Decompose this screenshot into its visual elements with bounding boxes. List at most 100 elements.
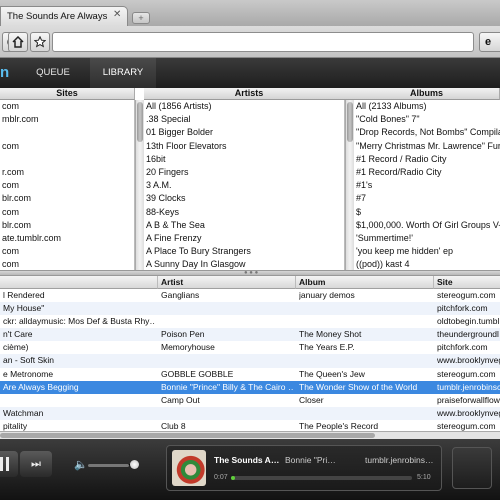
progress-bar[interactable]	[231, 476, 412, 480]
table-row[interactable]: e Metronome GOBBLE GOBBLE The Queen's Jew s…	[0, 368, 500, 381]
artists-list[interactable]: All (1856 Artists) .38 Special 01 Bigger B…	[144, 100, 345, 270]
albums-list[interactable]: All (2133 Albums) "Cold Bones" 7" "Drop Re…	[354, 100, 500, 270]
album-list-item[interactable]: #7	[354, 192, 500, 205]
table-row[interactable]: My House" pitchfork.com	[0, 302, 500, 316]
album-list-item[interactable]: "Cold Bones" 7"	[354, 113, 500, 126]
new-tab-button[interactable]: +	[132, 12, 150, 24]
address-bar[interactable]	[52, 32, 474, 52]
table-row[interactable]: Watchman www.brooklynveg	[0, 406, 500, 420]
artist-list-item[interactable]: A Sunny Day In Glasgow	[144, 258, 344, 270]
track-site-cell: tumblr.jenrobinsc	[437, 381, 500, 392]
browser-menu-button[interactable]: e	[479, 32, 500, 52]
artist-list-item[interactable]: A B & The Sea	[144, 219, 344, 232]
site-list-item[interactable]: com	[0, 140, 134, 153]
volume-slider-handle[interactable]	[130, 460, 139, 469]
album-list-item[interactable]: $	[354, 206, 500, 219]
artist-list-item[interactable]: A Fine Frenzy	[144, 232, 344, 245]
artist-column-header[interactable]: Artist	[158, 276, 296, 289]
artist-list-item[interactable]: 13th Floor Elevators	[144, 140, 344, 153]
site-column-header[interactable]: Site	[434, 276, 500, 289]
artists-scrollbar[interactable]	[345, 100, 354, 270]
track-title-cell: My House"	[3, 303, 45, 314]
track-title-cell: l Rendered	[3, 290, 45, 300]
artist-list-item[interactable]: 01 Bigger Bolder	[144, 126, 344, 139]
app-header: n QUEUE LIBRARY	[0, 58, 500, 88]
site-list-item[interactable]: blr.com	[0, 192, 134, 205]
browser-tab[interactable]: The Sounds Are Always Begg ✕	[0, 6, 128, 26]
home-icon	[12, 35, 24, 48]
track-artist-cell: Memoryhouse	[161, 342, 215, 353]
player-bar: ⏭ 🔈 The Sounds A… Bonnie "Pri… tumblr.je…	[0, 439, 500, 500]
browser-toolbar: e	[0, 26, 500, 58]
track-title-cell: an - Soft Skin	[3, 355, 55, 366]
artists-column-header[interactable]: Artists	[144, 88, 355, 100]
album-list-item[interactable]: "Merry Christmas Mr. Lawrence" Furyo	[354, 140, 500, 153]
album-list-item[interactable]: #1's	[354, 179, 500, 192]
album-column-header[interactable]: Album	[296, 276, 434, 289]
table-row[interactable]: an - Soft Skin www.brooklynveg	[0, 354, 500, 368]
artist-list-item[interactable]: 39 Clocks	[144, 192, 344, 205]
album-list-item[interactable]: All (2133 Albums)	[354, 100, 500, 113]
site-list-item[interactable]: ate.tumblr.com	[0, 232, 134, 245]
bookmark-star-button[interactable]	[30, 32, 50, 52]
site-list-item[interactable]: r.com	[0, 166, 134, 179]
sites-column-header[interactable]: Sites	[0, 88, 135, 100]
volume-icon[interactable]: 🔈	[74, 458, 88, 471]
player-extra-button[interactable]	[452, 447, 492, 489]
volume-slider[interactable]	[88, 464, 136, 467]
site-list-item[interactable]: blr.com	[0, 219, 134, 232]
track-album-cell: january demos	[299, 290, 355, 300]
now-playing-site[interactable]: tumblr.jenrobins…	[365, 455, 434, 465]
album-list-item[interactable]: $1,000,000. Worth Of Girl Groups V-3	[354, 219, 500, 232]
artist-list-item[interactable]: .38 Special	[144, 113, 344, 126]
artist-list-item[interactable]: 3 A.M.	[144, 179, 344, 192]
site-list-item[interactable]	[0, 153, 134, 166]
now-playing-artist: Bonnie "Pri…	[285, 455, 336, 465]
album-list-item[interactable]: #1 Record/Radio City	[354, 166, 500, 179]
artist-list-item[interactable]: All (1856 Artists)	[144, 100, 344, 113]
tab-queue[interactable]: QUEUE	[22, 58, 84, 88]
artist-list-item[interactable]: A Place To Bury Strangers	[144, 245, 344, 258]
album-list-item[interactable]: 'you keep me hidden' ep	[354, 245, 500, 258]
close-tab-icon[interactable]: ✕	[113, 9, 121, 20]
table-row[interactable]: Are Always Begging Bonnie "Prince" Billy …	[0, 380, 500, 394]
track-title-cell: n't Care	[3, 329, 33, 340]
table-row[interactable]: l Rendered Ganglians january demos stereogu…	[0, 289, 500, 302]
table-row[interactable]: ckr: alldaymusic: Mos Def & Busta Rhy… ol…	[0, 315, 500, 328]
scrollbar-thumb[interactable]	[0, 433, 375, 438]
site-list-item[interactable]: com	[0, 179, 134, 192]
album-list-item[interactable]: 'Summertime!'	[354, 232, 500, 245]
tab-library[interactable]: LIBRARY	[90, 58, 156, 88]
site-list-item[interactable]: mblr.com	[0, 113, 134, 126]
site-list-item[interactable]: com	[0, 258, 134, 270]
album-list-item[interactable]: ((pod)) kast 4	[354, 258, 500, 270]
track-album-cell: The Wonder Show of the World	[299, 381, 418, 392]
scrollbar-thumb[interactable]	[137, 102, 143, 142]
pause-button[interactable]	[0, 451, 18, 477]
table-row[interactable]: n't Care Poison Pen The Money Shot theunder…	[0, 328, 500, 342]
artist-list-item[interactable]: 20 Fingers	[144, 166, 344, 179]
site-list-item[interactable]	[0, 126, 134, 139]
next-track-button[interactable]: ⏭	[20, 451, 52, 477]
artist-list-item[interactable]: 88-Keys	[144, 206, 344, 219]
album-list-item[interactable]: "Drop Records, Not Bombs" Compilatio	[354, 126, 500, 139]
site-list-item[interactable]: com	[0, 206, 134, 219]
album-list-item[interactable]: #1 Record / Radio City	[354, 153, 500, 166]
track-list-horizontal-scrollbar[interactable]	[0, 431, 500, 439]
artist-list-item[interactable]: 16bit	[144, 153, 344, 166]
table-row[interactable]: Camp Out Closer praiseforwallflow	[0, 394, 500, 407]
scrollbar-thumb[interactable]	[347, 102, 353, 142]
site-list-item[interactable]: com	[0, 245, 134, 258]
track-site-cell: praiseforwallflow	[437, 394, 500, 405]
sites-scrollbar[interactable]	[135, 100, 144, 270]
pause-icon	[0, 457, 3, 471]
track-title-cell: Are Always Begging	[3, 381, 79, 392]
table-row[interactable]: cième) Memoryhouse The Years E.P. pitchfork…	[0, 341, 500, 354]
track-album-cell: The Queen's Jew	[299, 368, 365, 379]
track-site-cell: www.brooklynveg	[437, 407, 500, 418]
albums-column-header[interactable]: Albums	[354, 88, 500, 100]
track-column-header[interactable]	[0, 276, 158, 289]
sites-list[interactable]: com mblr.com com r.com com blr.com com blr.com a…	[0, 100, 135, 270]
home-button[interactable]	[8, 32, 28, 52]
site-list-item[interactable]: com	[0, 100, 134, 113]
